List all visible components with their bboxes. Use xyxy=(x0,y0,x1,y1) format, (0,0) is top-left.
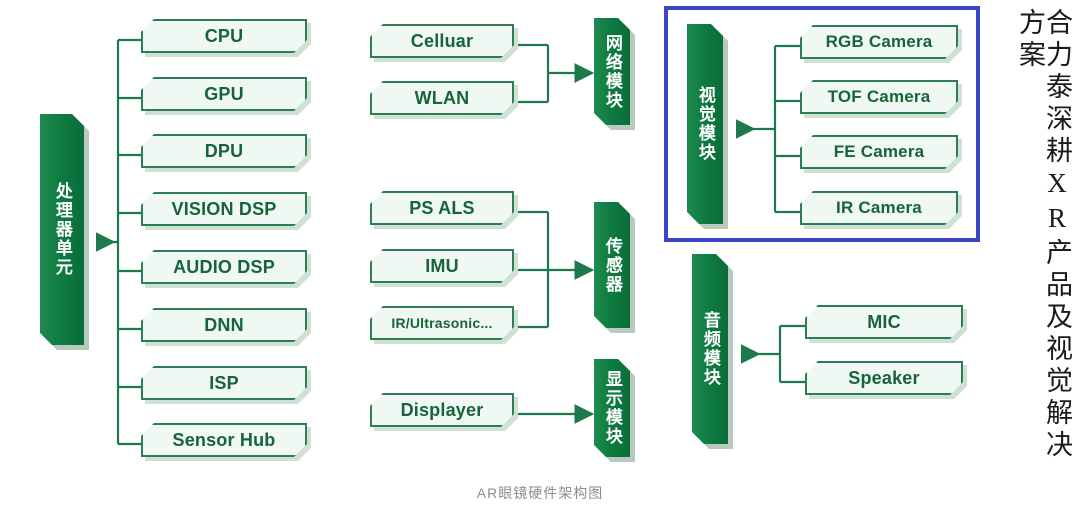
node-label: DPU xyxy=(204,140,244,161)
vision-module-label: 视觉模块 xyxy=(695,86,715,162)
network-module-label: 网络模块 xyxy=(602,33,622,110)
node-ir-camera[interactable]: IR Camera xyxy=(800,191,958,225)
node-label: IR Camera xyxy=(836,198,922,217)
ar-glasses-hardware-architecture-diagram: 处理器单元 网络模块 传感器 显示模块 视觉模块 音频模块 CPU GPU DP… xyxy=(0,0,1080,508)
side-vertical-title: 合力泰深耕XR产品及视觉解决方案 xyxy=(1015,8,1072,462)
audio-module: 音频模块 xyxy=(692,254,728,444)
node-gpu[interactable]: GPU xyxy=(141,77,307,111)
node-cpu[interactable]: CPU xyxy=(141,19,307,53)
processor-module: 处理器单元 xyxy=(40,114,84,345)
node-label: FE Camera xyxy=(833,142,925,161)
node-audio-dsp[interactable]: AUDIO DSP xyxy=(141,250,307,284)
node-displayer[interactable]: Displayer xyxy=(370,393,514,427)
node-speaker[interactable]: Speaker xyxy=(805,361,963,395)
node-label: Sensor Hub xyxy=(172,429,276,450)
node-label: WLAN xyxy=(414,87,470,108)
node-celluar[interactable]: Celluar xyxy=(370,24,514,58)
node-label: RGB Camera xyxy=(825,32,933,51)
node-label: Speaker xyxy=(848,367,920,388)
node-fe-camera[interactable]: FE Camera xyxy=(800,135,958,169)
node-label: GPU xyxy=(204,83,244,104)
node-label: DNN xyxy=(204,314,244,335)
node-isp[interactable]: ISP xyxy=(141,366,307,400)
node-label: TOF Camera xyxy=(827,87,931,106)
node-label: VISION DSP xyxy=(171,198,277,219)
vision-module: 视觉模块 xyxy=(687,24,723,224)
sensor-module: 传感器 xyxy=(594,202,630,328)
node-label: MIC xyxy=(867,311,901,332)
node-vision-dsp[interactable]: VISION DSP xyxy=(141,192,307,226)
node-dnn[interactable]: DNN xyxy=(141,308,307,342)
node-label: IR/Ultrasonic... xyxy=(391,315,493,331)
node-label: AUDIO DSP xyxy=(173,256,275,277)
node-label: Displayer xyxy=(400,399,484,420)
node-rgb-camera[interactable]: RGB Camera xyxy=(800,25,958,59)
node-tof-camera[interactable]: TOF Camera xyxy=(800,80,958,114)
node-wlan[interactable]: WLAN xyxy=(370,81,514,115)
node-mic[interactable]: MIC xyxy=(805,305,963,339)
node-label: IMU xyxy=(425,255,459,276)
node-ir-ultrasonic[interactable]: IR/Ultrasonic... xyxy=(370,306,514,340)
node-label: CPU xyxy=(204,25,244,46)
node-sensor-hub[interactable]: Sensor Hub xyxy=(141,423,307,457)
display-module-label: 显示模块 xyxy=(602,370,622,446)
node-label: Celluar xyxy=(410,30,474,51)
node-dpu[interactable]: DPU xyxy=(141,134,307,168)
sensor-module-label: 传感器 xyxy=(602,236,622,294)
processor-module-label: 处理器单元 xyxy=(52,182,72,277)
figure-caption: AR眼镜硬件架构图 xyxy=(476,485,604,501)
node-label: ISP xyxy=(209,372,239,393)
audio-module-label: 音频模块 xyxy=(700,311,720,387)
display-module: 显示模块 xyxy=(594,359,630,457)
node-imu[interactable]: IMU xyxy=(370,249,514,283)
network-module: 网络模块 xyxy=(594,18,630,125)
node-label: PS ALS xyxy=(409,197,475,218)
node-ps-als[interactable]: PS ALS xyxy=(370,191,514,225)
